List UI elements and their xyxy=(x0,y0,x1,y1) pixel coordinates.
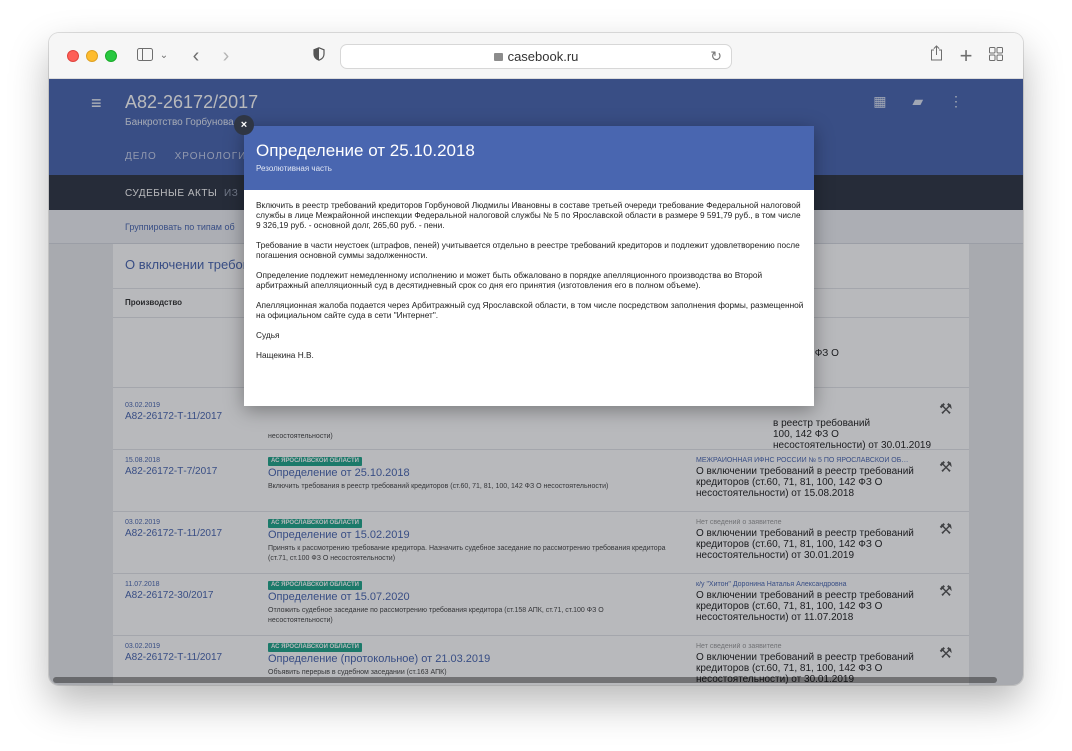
modal-paragraph: Требование в части неустоек (штрафов, пе… xyxy=(256,240,800,260)
modal-subtitle: Резолютивная часть xyxy=(256,164,332,173)
chevron-down-icon[interactable]: ⌄ xyxy=(157,44,171,68)
horizontal-scrollbar[interactable] xyxy=(53,677,997,683)
sidebar-icon[interactable] xyxy=(135,44,155,68)
address-bar[interactable]: casebook.ru ↻ xyxy=(340,44,732,69)
tab-overview-icon[interactable] xyxy=(987,44,1005,68)
lock-icon xyxy=(493,53,503,61)
document-modal: Определение от 25.10.2018 Резолютивная ч… xyxy=(244,126,814,406)
forward-icon[interactable]: › xyxy=(217,44,235,68)
zoom-window-button[interactable] xyxy=(105,50,117,62)
modal-header: Определение от 25.10.2018 Резолютивная ч… xyxy=(244,126,814,190)
shield-icon[interactable] xyxy=(311,44,327,68)
modal-paragraph: Определение подлежит немедленному исполн… xyxy=(256,270,763,290)
browser-window: ⌄ ‹ › casebook.ru ↻ + ≡ А82-26172/2017 Б… xyxy=(49,33,1023,685)
modal-judge-name: Нащекина Н.В. xyxy=(256,350,314,360)
new-tab-icon[interactable]: + xyxy=(957,44,975,68)
back-icon[interactable]: ‹ xyxy=(187,44,205,68)
close-window-button[interactable] xyxy=(67,50,79,62)
modal-paragraph: Включить в реестр требований кредиторов … xyxy=(256,200,801,230)
url-label: casebook.ru xyxy=(507,49,579,64)
reload-icon[interactable]: ↻ xyxy=(710,48,722,65)
web-page: ≡ А82-26172/2017 Банкротство Горбунова Д… xyxy=(49,79,1023,685)
share-icon[interactable] xyxy=(927,44,945,68)
close-modal-button[interactable]: × xyxy=(234,115,254,135)
modal-paragraph: Апелляционная жалоба подается через Арби… xyxy=(256,300,804,320)
address-text: casebook.ru xyxy=(341,49,731,64)
minimize-window-button[interactable] xyxy=(86,50,98,62)
modal-judge-label: Судья xyxy=(256,330,280,340)
browser-toolbar: ⌄ ‹ › casebook.ru ↻ + xyxy=(49,33,1023,79)
modal-body: Включить в реестр требований кредиторов … xyxy=(256,200,804,370)
modal-title: Определение от 25.10.2018 xyxy=(256,141,475,160)
